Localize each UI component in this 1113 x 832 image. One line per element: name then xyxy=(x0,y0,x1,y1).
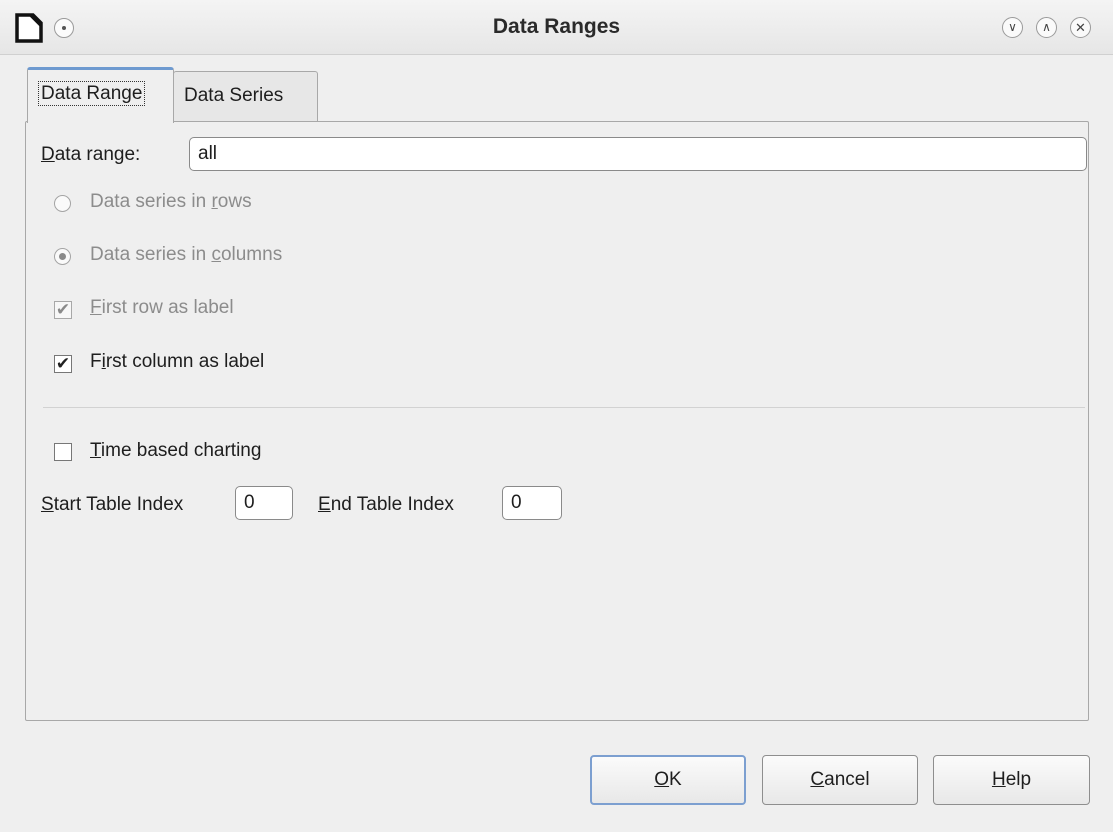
data-range-label: Data range: xyxy=(41,144,141,165)
data-series-in-columns-radio[interactable] xyxy=(54,248,71,265)
data-range-panel: Data range: Data series in rows Data ser… xyxy=(25,121,1089,721)
first-row-as-label-label: First row as label xyxy=(90,297,234,318)
tab-data-series[interactable]: Data Series xyxy=(173,71,318,121)
end-table-index-input[interactable] xyxy=(502,486,562,520)
separator xyxy=(43,407,1085,408)
data-series-in-rows-radio[interactable] xyxy=(54,195,71,212)
window-title: Data Ranges xyxy=(492,15,621,38)
ok-button[interactable]: OK xyxy=(590,755,746,805)
data-range-input[interactable] xyxy=(189,137,1087,171)
tab-data-range-label: Data Range xyxy=(38,81,146,106)
first-column-as-label-label: First column as label xyxy=(90,351,265,372)
end-table-index-label: End Table Index xyxy=(318,494,454,515)
data-series-in-columns-label: Data series in columns xyxy=(90,244,283,265)
first-row-as-label-checkbox[interactable]: ✔ xyxy=(54,301,72,319)
first-column-as-label-checkbox[interactable]: ✔ xyxy=(54,355,72,373)
tab-data-series-label: Data Series xyxy=(184,85,284,106)
cancel-button[interactable]: Cancel xyxy=(762,755,918,805)
close-icon[interactable]: ✕ xyxy=(1070,17,1091,38)
time-based-charting-checkbox[interactable] xyxy=(54,443,72,461)
start-table-index-input[interactable] xyxy=(235,486,293,520)
tab-data-range[interactable]: Data Range xyxy=(27,67,174,123)
help-button[interactable]: Help xyxy=(933,755,1090,805)
minimize-icon[interactable]: ∨ xyxy=(1002,17,1023,38)
time-based-charting-label: Time based charting xyxy=(90,440,262,461)
start-table-index-label: Start Table Index xyxy=(41,494,184,515)
data-series-in-rows-label: Data series in rows xyxy=(90,191,252,212)
maximize-icon[interactable]: ∧ xyxy=(1036,17,1057,38)
title-bar[interactable]: Data Ranges ∨ ∧ ✕ xyxy=(0,0,1113,55)
